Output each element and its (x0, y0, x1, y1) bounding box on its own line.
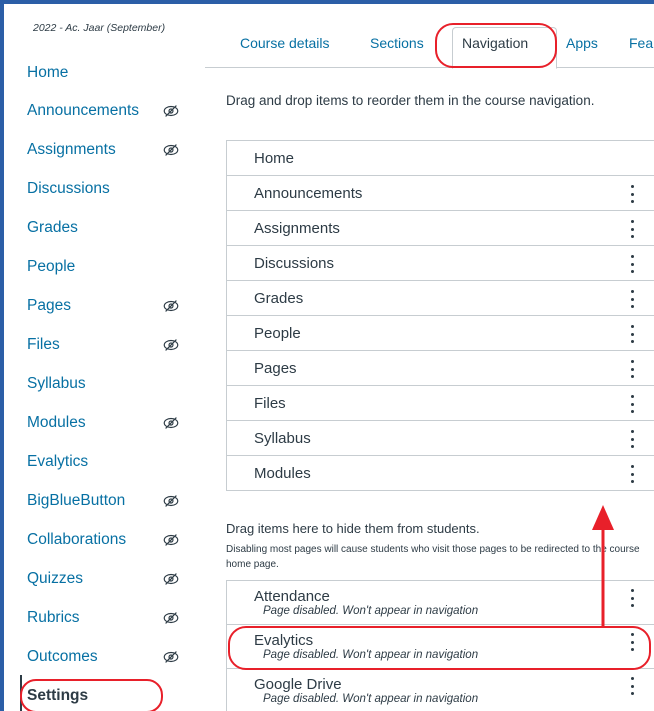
nav-row-files[interactable]: Files (227, 386, 654, 421)
hidden-row-label: Evalytics (254, 632, 314, 649)
sidebar-item-grades[interactable]: Grades (27, 213, 197, 243)
hidden-row-label: Google Drive (254, 676, 342, 693)
kebab-menu-icon[interactable] (627, 465, 637, 483)
eye-slash-icon (162, 492, 180, 510)
term-label: 2022 - Ac. Jaar (September) (33, 22, 166, 34)
kebab-menu-icon[interactable] (627, 589, 637, 607)
sidebar-item-people[interactable]: People (27, 252, 197, 282)
sidebar-item-label: Syllabus (27, 375, 86, 392)
kebab-menu-icon[interactable] (627, 185, 637, 203)
tab-course-details[interactable]: Course details (240, 35, 330, 51)
tab-apps[interactable]: Apps (566, 35, 598, 51)
kebab-menu-icon[interactable] (627, 325, 637, 343)
reorder-instructions: Drag and drop items to reorder them in t… (226, 93, 595, 108)
hidden-row-evalytics[interactable]: Evalytics Page disabled. Won't appear in … (227, 625, 654, 669)
nav-row-syllabus[interactable]: Syllabus (227, 421, 654, 456)
hidden-row-label: Attendance (254, 588, 330, 605)
hidden-row-attendance[interactable]: Attendance Page disabled. Won't appear in… (227, 581, 654, 625)
nav-row-people[interactable]: People (227, 316, 654, 351)
eye-slash-icon (162, 414, 180, 432)
sidebar-item-quizzes[interactable]: Quizzes (27, 564, 197, 594)
kebab-menu-icon[interactable] (627, 290, 637, 308)
hidden-nav-list: Attendance Page disabled. Won't appear in… (226, 580, 654, 711)
sidebar-item-files[interactable]: Files (27, 330, 197, 360)
tab-sections[interactable]: Sections (370, 35, 424, 51)
sidebar-item-label: Discussions (27, 180, 110, 197)
sidebar-item-label: Settings (27, 687, 89, 704)
sidebar-item-label: BigBlueButton (27, 492, 126, 509)
nav-row-label: Assignments (254, 219, 340, 237)
sidebar-item-rubrics[interactable]: Rubrics (27, 603, 197, 633)
kebab-menu-icon[interactable] (627, 220, 637, 238)
sidebar-item-syllabus[interactable]: Syllabus (27, 369, 197, 399)
nav-row-label: People (254, 324, 301, 342)
hidden-row-status: Page disabled. Won't appear in navigatio… (263, 649, 479, 661)
kebab-menu-icon[interactable] (627, 360, 637, 378)
sidebar-edge (0, 4, 4, 711)
eye-slash-icon (162, 648, 180, 666)
nav-row-pages[interactable]: Pages (227, 351, 654, 386)
eye-slash-icon (162, 336, 180, 354)
sidebar-item-evalytics[interactable]: Evalytics (27, 447, 197, 477)
eye-slash-icon (162, 609, 180, 627)
sidebar-item-label: People (27, 258, 76, 275)
nav-row-label: Home (254, 149, 295, 167)
sidebar-item-label: Home (27, 64, 69, 81)
nav-row-assignments[interactable]: Assignments (227, 211, 654, 246)
hidden-row-status: Page disabled. Won't appear in navigatio… (263, 605, 479, 617)
sidebar-item-outcomes[interactable]: Outcomes (27, 642, 197, 672)
kebab-menu-icon[interactable] (627, 255, 637, 273)
nav-row-home[interactable]: Home (227, 141, 654, 176)
sidebar-item-home[interactable]: Home (27, 58, 197, 88)
sidebar-item-label: Collaborations (27, 531, 127, 548)
sidebar-item-modules[interactable]: Modules (27, 408, 197, 438)
sidebar-item-label: Quizzes (27, 570, 83, 587)
sidebar-item-label: Outcomes (27, 648, 98, 665)
hidden-row-google-drive[interactable]: Google Drive Page disabled. Won't appear … (227, 669, 654, 711)
active-indicator (20, 675, 22, 711)
eye-slash-icon (162, 141, 180, 159)
nav-row-grades[interactable]: Grades (227, 281, 654, 316)
nav-row-label: Grades (254, 289, 304, 307)
eye-slash-icon (162, 570, 180, 588)
tab-features[interactable]: Fea (629, 35, 653, 51)
hide-section-note: Disabling most pages will cause students… (226, 544, 640, 570)
nav-row-announcements[interactable]: Announcements (227, 176, 654, 211)
settings-tabs: Course details Sections Navigation Apps … (205, 4, 654, 69)
nav-row-label: Syllabus (254, 429, 311, 447)
kebab-menu-icon[interactable] (627, 677, 637, 695)
sidebar-item-label: Assignments (27, 141, 116, 158)
sidebar-item-label: Modules (27, 414, 86, 431)
sidebar-item-label: Evalytics (27, 453, 89, 470)
kebab-menu-icon[interactable] (627, 395, 637, 413)
nav-row-label: Pages (254, 359, 297, 377)
kebab-menu-icon[interactable] (627, 633, 637, 651)
tab-navigation[interactable]: Navigation (462, 35, 528, 51)
hide-section-title: Drag items here to hide them from studen… (226, 521, 480, 536)
nav-row-label: Announcements (254, 184, 363, 202)
sidebar-item-label: Files (27, 336, 60, 353)
sidebar-item-label: Announcements (27, 102, 140, 119)
hidden-row-status: Page disabled. Won't appear in navigatio… (263, 693, 479, 705)
sidebar-item-assignments[interactable]: Assignments (27, 135, 197, 165)
sidebar-item-pages[interactable]: Pages (27, 291, 197, 321)
visible-nav-list: Home Announcements Assignments Discussions G… (226, 140, 654, 491)
nav-row-label: Modules (254, 465, 311, 482)
sidebar-item-announcements[interactable]: Announcements (27, 96, 197, 126)
eye-slash-icon (162, 297, 180, 315)
sidebar-item-label: Grades (27, 219, 78, 236)
nav-row-label: Files (254, 394, 286, 412)
sidebar-item-discussions[interactable]: Discussions (27, 174, 197, 204)
sidebar-item-bigbluebutton[interactable]: BigBlueButton (27, 486, 197, 516)
sidebar-item-label: Pages (27, 297, 71, 314)
nav-row-label: Discussions (254, 254, 335, 272)
kebab-menu-icon[interactable] (627, 430, 637, 448)
nav-row-modules[interactable]: Modules (227, 456, 654, 491)
sidebar-item-label: Rubrics (27, 609, 80, 626)
nav-row-discussions[interactable]: Discussions (227, 246, 654, 281)
sidebar-item-settings[interactable]: Settings (27, 681, 197, 711)
eye-slash-icon (162, 102, 180, 120)
eye-slash-icon (162, 531, 180, 549)
sidebar-item-collaborations[interactable]: Collaborations (27, 525, 197, 555)
